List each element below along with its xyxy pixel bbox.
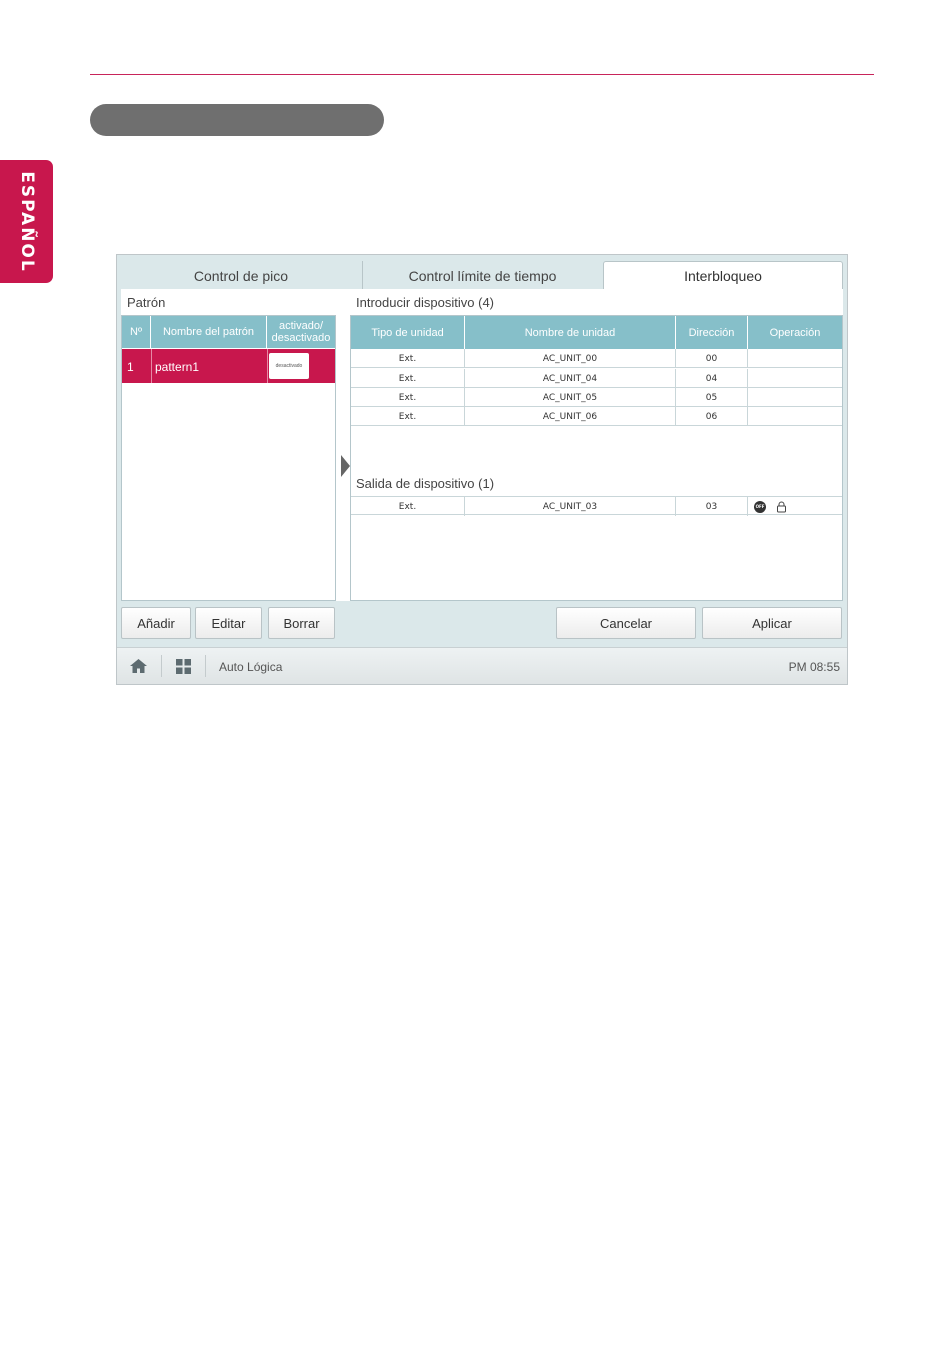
cancel-button[interactable]: Cancelar	[556, 607, 696, 639]
table-row[interactable]: Ext. AC_UNIT_05 05	[351, 388, 842, 407]
clock: PM 08:55	[788, 660, 840, 674]
devices-panel: Tipo de unidad Nombre de unidad Direcció…	[350, 315, 843, 601]
language-tab: ESPAÑOL	[0, 160, 53, 283]
top-divider	[90, 74, 874, 75]
grid-icon[interactable]	[176, 659, 191, 674]
pattern-list: Nº Nombre del patrón activado/desactivad…	[121, 315, 336, 601]
table-row[interactable]: Ext. AC_UNIT_04 04	[351, 369, 842, 388]
status-title: Auto Lógica	[219, 660, 283, 674]
header-unit-name: Nombre de unidad	[465, 316, 676, 349]
home-icon[interactable]	[129, 658, 148, 674]
header-no: Nº	[122, 316, 151, 348]
lock-icon[interactable]	[776, 501, 787, 513]
pattern-active-toggle[interactable]: desactivado	[269, 353, 309, 379]
pattern-row-name: pattern1	[155, 360, 200, 374]
header-address: Dirección	[676, 316, 748, 349]
output-devices-title: Salida de dispositivo (1)	[356, 476, 495, 491]
pattern-row[interactable]: 1 pattern1 desactivado	[122, 349, 335, 383]
arrow-right-icon	[341, 455, 350, 477]
apply-button[interactable]: Aplicar	[702, 607, 842, 639]
table-row[interactable]: Ext. AC_UNIT_06 06	[351, 407, 842, 426]
tab-peak-control[interactable]: Control de pico	[121, 261, 361, 290]
edit-button[interactable]: Editar	[195, 607, 262, 639]
delete-button[interactable]: Borrar	[268, 607, 335, 639]
devices-table-header: Tipo de unidad Nombre de unidad Direcció…	[351, 316, 842, 349]
pattern-panel-title: Patrón	[127, 295, 166, 310]
add-button[interactable]: Añadir	[121, 607, 191, 639]
tab-interlock[interactable]: Interbloqueo	[603, 261, 843, 290]
output-device-row[interactable]: Ext. AC_UNIT_03 03 OFF	[351, 496, 842, 516]
section-heading-bar	[90, 104, 384, 136]
tab-content: Patrón Nº Nombre del patrón activado/des…	[121, 289, 843, 601]
operation-cell: OFF	[748, 497, 842, 516]
tab-bar: Control de pico Control límite de tiempo…	[117, 255, 847, 290]
status-bar: Auto Lógica PM 08:55	[117, 647, 847, 684]
input-devices-title: Introducir dispositivo (4)	[356, 295, 494, 310]
tab-time-limit-control[interactable]: Control límite de tiempo	[362, 261, 602, 290]
header-operation: Operación	[769, 326, 821, 339]
header-unit-type: Tipo de unidad	[351, 316, 465, 349]
header-active: activado/desactivado	[271, 320, 331, 344]
off-icon[interactable]: OFF	[754, 500, 766, 513]
pattern-row-no: 1	[127, 360, 134, 374]
table-row[interactable]: Ext. AC_UNIT_00 00	[351, 349, 842, 368]
header-pattern-name: Nombre del patrón	[151, 316, 267, 348]
app-screen: Control de pico Control límite de tiempo…	[116, 254, 848, 685]
pattern-list-header: Nº Nombre del patrón activado/desactivad…	[122, 316, 335, 348]
